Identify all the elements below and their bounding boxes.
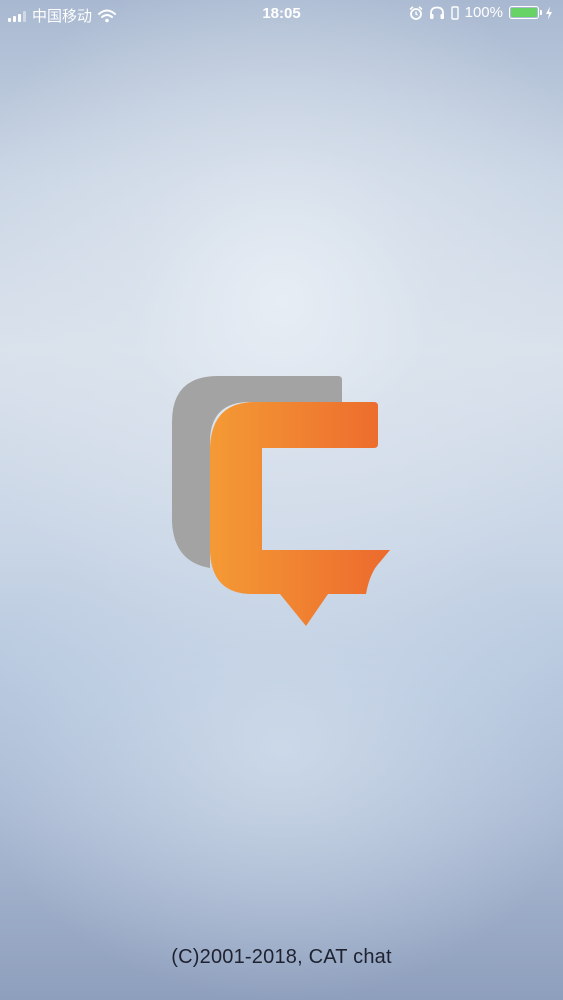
status-bar: 中国移动 18:05 100%	[0, 0, 563, 30]
headphones-icon	[429, 6, 444, 19]
lock-rotation-icon	[450, 5, 459, 20]
cat-chat-logo	[172, 376, 390, 626]
copyright-text: (C)2001-2018, CAT chat	[171, 946, 392, 968]
alarm-icon	[409, 5, 422, 20]
battery-icon	[509, 6, 542, 19]
logo-orange-shape	[210, 402, 390, 626]
battery-percent: 100%	[464, 4, 503, 21]
status-bar-right: 100%	[409, 4, 553, 21]
battery-fill	[511, 8, 537, 17]
charging-icon	[546, 6, 552, 19]
